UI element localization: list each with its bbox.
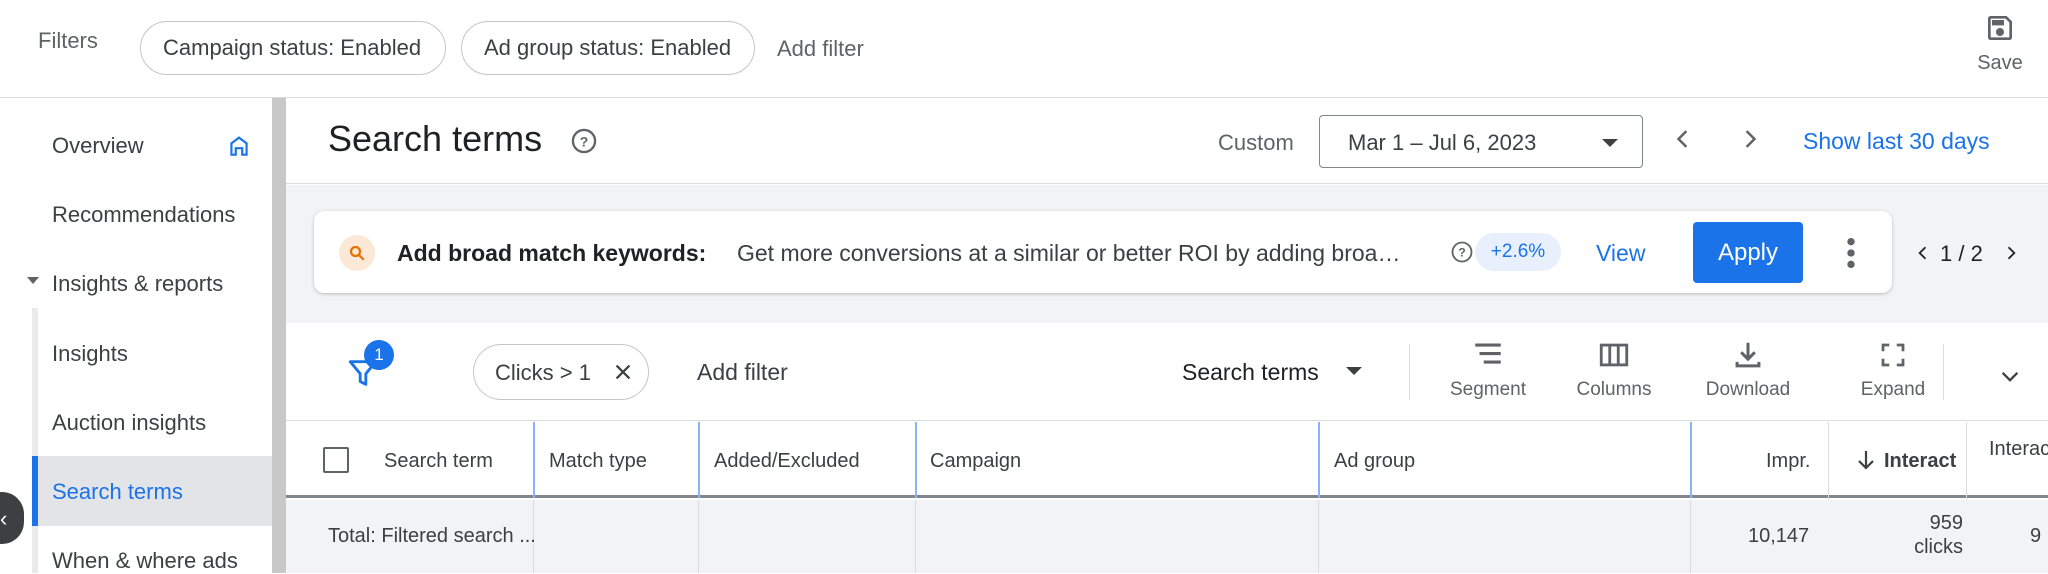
- filter-chip-clicks[interactable]: Clicks > 1: [473, 344, 649, 400]
- sidebar-item-search-terms[interactable]: Search terms: [52, 479, 183, 505]
- sidebar-item-when-where-ads[interactable]: When & where ads: [52, 548, 238, 574]
- column-header-interaction-rate[interactable]: Interac: [1989, 438, 2048, 461]
- total-interaction-rate-partial: 9: [2030, 525, 2042, 547]
- expand-icon: [1881, 343, 1905, 367]
- select-all-checkbox[interactable]: [323, 447, 349, 473]
- columns-label: Columns: [1576, 379, 1652, 400]
- total-impressions: 10,147: [1748, 525, 1810, 547]
- apply-recommendation-button[interactable]: Apply: [1693, 222, 1803, 283]
- column-resize-handle[interactable]: [915, 422, 917, 498]
- filters-bar: Filters Campaign status: Enabled Ad grou…: [0, 0, 2048, 98]
- add-filter-button[interactable]: Add filter: [697, 359, 788, 386]
- column-divider: [1318, 500, 1319, 573]
- filter-count-badge: 1: [364, 340, 394, 370]
- sidebar-item-insights-reports[interactable]: Insights & reports: [52, 271, 223, 297]
- sidebar-scrollbar[interactable]: [272, 98, 286, 573]
- column-header-match-type[interactable]: Match type: [549, 450, 647, 473]
- segment-icon: [1475, 343, 1501, 364]
- column-header-ad-group[interactable]: Ad group: [1334, 450, 1415, 473]
- next-recommendation-button[interactable]: [2000, 242, 2022, 269]
- save-label: Save: [1977, 52, 2023, 74]
- column-divider: [1690, 500, 1691, 573]
- date-range-select[interactable]: Mar 1 – Jul 6, 2023: [1319, 115, 1643, 168]
- sidebar-item-auction-insights[interactable]: Auction insights: [52, 410, 206, 436]
- sidebar-item-recommendations[interactable]: Recommendations: [52, 202, 235, 228]
- segment-label: Segment: [1449, 379, 1527, 400]
- recommendation-description: Get more conversions at a similar or bet…: [737, 240, 1401, 266]
- save-button[interactable]: Save: [1968, 12, 2032, 92]
- page-header: [286, 98, 2048, 184]
- filter-chip-label: Clicks > 1: [495, 360, 591, 385]
- column-header-interactions[interactable]: Interact: [1884, 450, 1968, 473]
- download-icon: [1735, 342, 1761, 368]
- expand-label: Expand: [1860, 379, 1926, 400]
- report-level-select[interactable]: Search terms: [1182, 359, 1319, 386]
- filters-label: Filters: [38, 28, 98, 53]
- filter-chip-campaign-status[interactable]: Campaign status: Enabled: [140, 21, 446, 75]
- filter-chip-ad-group-status[interactable]: Ad group status: Enabled: [461, 21, 755, 75]
- column-resize-handle[interactable]: [698, 422, 700, 498]
- close-icon[interactable]: [612, 361, 634, 389]
- dropdown-caret-icon[interactable]: [1346, 367, 1362, 375]
- home-icon: [226, 133, 252, 164]
- column-header-added-excluded[interactable]: Added/Excluded: [714, 450, 860, 473]
- svg-text:?: ?: [1458, 246, 1465, 260]
- sort-descending-icon: [1856, 449, 1876, 477]
- page-title: Search terms: [328, 118, 543, 159]
- help-icon[interactable]: ?: [1450, 240, 1474, 269]
- expand-button[interactable]: Expand: [1848, 340, 1938, 401]
- toolbar-divider: [1943, 344, 1944, 400]
- columns-icon: [1599, 343, 1629, 367]
- previous-period-button[interactable]: [1668, 124, 1698, 159]
- view-recommendation-button[interactable]: View: [1596, 240, 1645, 267]
- caret-down-icon[interactable]: [27, 277, 39, 284]
- total-interactions-unit: clicks: [1914, 536, 1963, 558]
- recommendation-title: Add broad match keywords:: [397, 240, 707, 266]
- help-icon[interactable]: ?: [570, 127, 598, 160]
- show-last-30-days-link[interactable]: Show last 30 days: [1803, 128, 1990, 155]
- sidebar-item-insights[interactable]: Insights: [52, 341, 128, 367]
- column-resize-handle[interactable]: [533, 422, 535, 498]
- total-interactions-value: 959: [1929, 512, 1963, 534]
- save-icon: [1988, 16, 2012, 40]
- download-button[interactable]: Download: [1690, 340, 1806, 401]
- sidebar-active-indicator: [32, 456, 38, 526]
- dropdown-caret-icon: [1602, 139, 1618, 147]
- column-header-impressions[interactable]: Impr.: [1766, 450, 1810, 473]
- date-mode-label: Custom: [1218, 130, 1294, 155]
- date-range-value: Mar 1 – Jul 6, 2023: [1348, 130, 1537, 155]
- column-resize-handle[interactable]: [1690, 422, 1692, 498]
- subnav-rail: [32, 308, 38, 573]
- column-header-search-term[interactable]: Search term: [384, 450, 493, 473]
- previous-recommendation-button[interactable]: [1912, 242, 1934, 269]
- download-label: Download: [1705, 379, 1791, 400]
- search-icon: [339, 235, 375, 271]
- more-vert-icon[interactable]: [1843, 236, 1859, 275]
- chevron-left-icon: ‹: [0, 506, 8, 531]
- column-divider: [698, 500, 699, 573]
- next-period-button[interactable]: [1735, 124, 1765, 159]
- total-label: Total: Filtered search ...: [328, 525, 536, 547]
- column-divider: [915, 500, 916, 573]
- segment-button[interactable]: Segment: [1440, 340, 1536, 401]
- toolbar-divider: [1409, 344, 1410, 400]
- svg-text:?: ?: [580, 133, 589, 149]
- uplift-badge: +2.6%: [1475, 233, 1561, 271]
- column-resize-handle[interactable]: [1318, 422, 1320, 498]
- sidebar-item-overview[interactable]: Overview: [52, 133, 144, 159]
- columns-button[interactable]: Columns: [1566, 340, 1662, 401]
- recommendation-pager: 1 / 2: [1940, 241, 1983, 266]
- chevron-down-icon[interactable]: [1996, 362, 2024, 395]
- column-header-campaign[interactable]: Campaign: [930, 450, 1021, 473]
- add-filter-button[interactable]: Add filter: [777, 36, 864, 62]
